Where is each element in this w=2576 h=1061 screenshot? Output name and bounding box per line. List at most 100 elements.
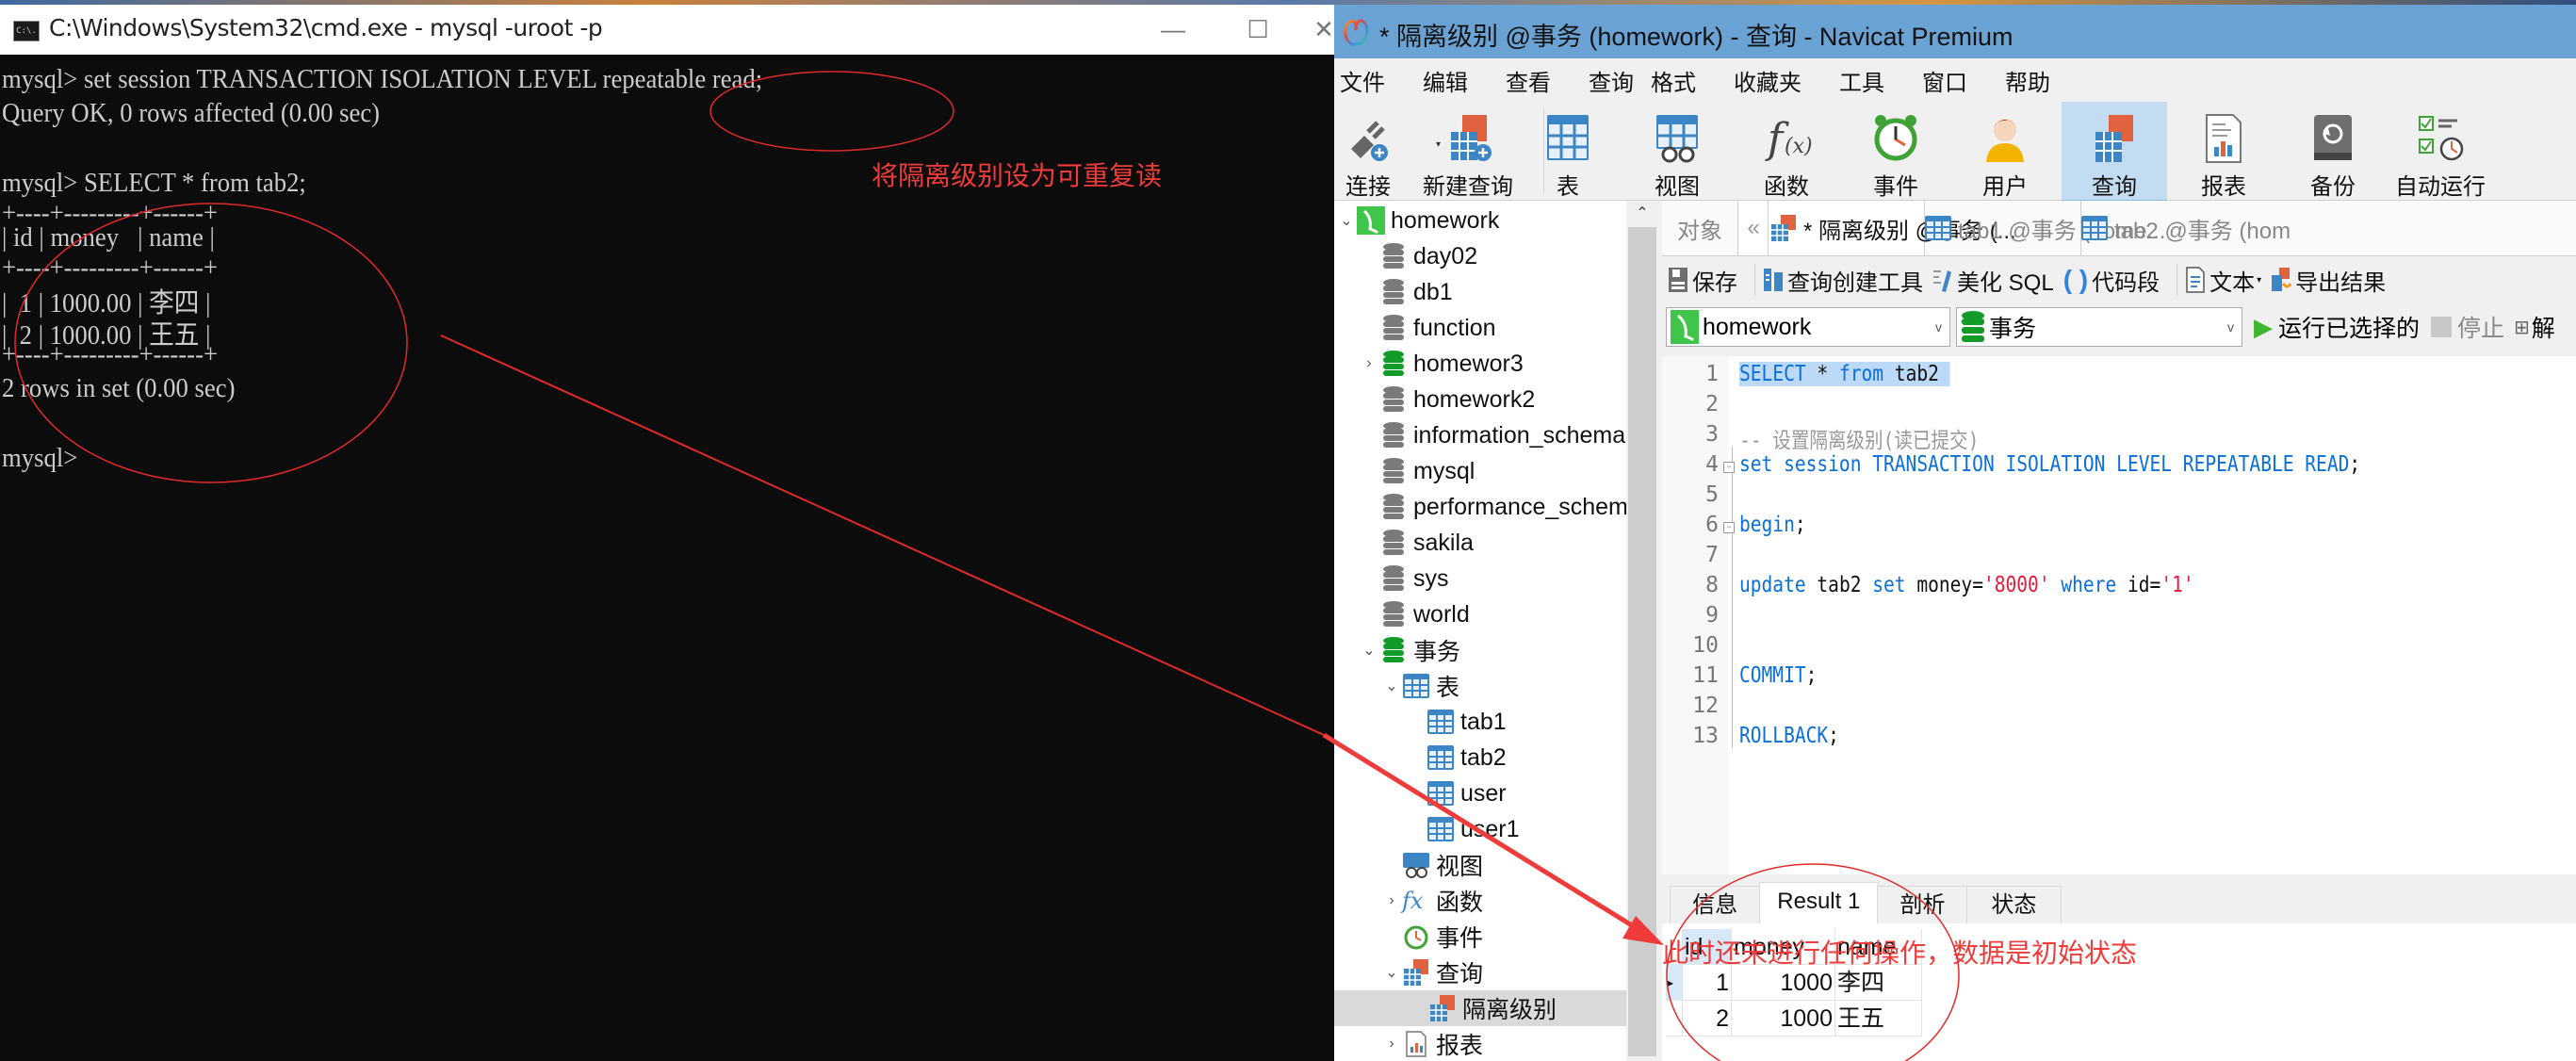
menu-item-2[interactable]: 查看 — [1506, 64, 1551, 97]
tree-item-label: 事务 — [1413, 639, 1461, 665]
maximize-button[interactable]: ☐ — [1215, 5, 1300, 55]
database-select[interactable]: 事务 v — [1956, 307, 2242, 347]
fold-toggle-icon[interactable]: − — [1723, 522, 1735, 533]
tree-folder-tables[interactable]: ⌄ 表 — [1381, 668, 1459, 704]
scroll-up-icon[interactable]: ⌃ — [1628, 201, 1656, 227]
chevron-down-icon[interactable]: ⌄ — [1381, 677, 1402, 695]
result-tab-0[interactable]: 信息 — [1669, 886, 1761, 925]
menu-item-1[interactable]: 编辑 — [1423, 64, 1468, 97]
menu-item-5[interactable]: 收藏夹 — [1734, 64, 1802, 97]
tree-database-mysql[interactable]: mysql — [1359, 453, 1475, 489]
tree-database-open[interactable]: ⌄ 事务 — [1359, 632, 1460, 668]
text-output-button[interactable]: 文本 ▾ — [2185, 264, 2261, 297]
tree-database-homework2[interactable]: homework2 — [1359, 382, 1535, 417]
tab-0[interactable]: 对象 — [1662, 201, 1738, 255]
tree-database-homewor3[interactable]: › homewor3 — [1359, 346, 1523, 382]
tree-database-world[interactable]: world — [1359, 596, 1470, 632]
toolbar-button-new-query[interactable]: 新建查询 — [1408, 102, 1528, 200]
editor-result-splitter[interactable] — [1662, 874, 2576, 882]
toolbar-button-user[interactable]: 用户 — [1952, 102, 2058, 200]
code-snippet-button[interactable]: ( ) 代码段 — [2063, 264, 2160, 297]
sidebar-scrollbar-thumb[interactable] — [1628, 227, 1656, 1056]
result-tab-3[interactable]: 状态 — [1966, 886, 2062, 925]
tree-folder-events[interactable]: 事件 — [1381, 919, 1483, 955]
tree-item-label: information_schema — [1413, 421, 1626, 449]
tree-database-db1[interactable]: db1 — [1359, 274, 1453, 310]
tab-1[interactable]: * 隔离级别 @事务 (... — [1769, 201, 2016, 255]
tree-table-user1[interactable]: user1 — [1406, 811, 1520, 847]
code-token: ; — [2349, 452, 2361, 477]
tree-table-tab1[interactable]: tab1 — [1406, 704, 1507, 740]
tree-table-tab2[interactable]: tab2 — [1406, 740, 1507, 775]
toolbar-button-function[interactable]: f (x) 函数 — [1734, 102, 1839, 200]
toolbar-button-automation[interactable]: 自动运行 — [2388, 102, 2493, 200]
tree-table-user[interactable]: user — [1406, 775, 1507, 811]
tree-database-sakila[interactable]: sakila — [1359, 525, 1474, 561]
tree-item-label: day02 — [1413, 242, 1478, 269]
toolbar-button-report[interactable]: 报表 — [2171, 102, 2276, 200]
toolbar-button-query[interactable]: 查询 — [2062, 102, 2167, 202]
dropdown-arrow-icon[interactable]: ▾ — [2257, 275, 2261, 286]
menu-item-0[interactable]: 文件 — [1340, 64, 1385, 97]
fold-toggle-icon[interactable]: − — [1723, 462, 1735, 473]
grid-cell[interactable]: 1000 — [1732, 1001, 1835, 1037]
menu-item-8[interactable]: 帮助 — [2005, 64, 2050, 97]
line-number: 3 — [1705, 422, 1719, 447]
query-builder-button[interactable]: 查询创建工具 — [1763, 264, 1923, 297]
result-tab-1[interactable]: Result 1 — [1758, 882, 1879, 924]
tree-database-sys[interactable]: sys — [1359, 561, 1449, 596]
tab-3[interactable]: tab2 @事务 (hom — [2080, 201, 2576, 255]
tree-folder-reports[interactable]: › 报表 — [1381, 1026, 1483, 1061]
connection-select[interactable]: homework v — [1666, 307, 1950, 347]
database-icon — [1383, 315, 1404, 340]
menu-item-7[interactable]: 窗口 — [1922, 64, 1967, 97]
menu-item-6[interactable]: 工具 — [1839, 64, 1884, 97]
chevron-right-icon[interactable]: › — [1381, 1036, 1402, 1053]
menu-item-3[interactable]: 查询 — [1589, 64, 1634, 97]
toolbar-button-backup[interactable]: 备份 — [2280, 102, 2386, 200]
tree-folder-functions[interactable]: › fx 函数 — [1381, 883, 1483, 919]
tree-connection-homework[interactable]: ⌄ homework — [1336, 203, 1499, 238]
tree-folder-views[interactable]: 视图 — [1381, 847, 1483, 883]
navicat-title-bar[interactable]: * 隔离级别 @事务 (homework) - 查询 - Navicat Pre… — [1334, 5, 2576, 58]
chevron-down-icon[interactable]: ⌄ — [1381, 963, 1402, 982]
chevron-right-icon[interactable]: › — [1359, 355, 1379, 372]
tab-scroll-left-icon[interactable]: « — [1739, 201, 1769, 255]
sql-editor[interactable]: 1 SELECT * from tab2 2 3 -- 设置隔离级别(读已提交) 4− s… — [1662, 356, 2576, 874]
tree-database-function[interactable]: function — [1359, 310, 1496, 346]
toolbar-button-table[interactable]: 表 — [1515, 102, 1621, 200]
export-results-button[interactable]: 导出结果 — [2271, 264, 2386, 297]
tab-2[interactable]: tab1 @事务 (home... — [1924, 201, 2165, 255]
run-selected-button[interactable]: ▶ 运行已选择的 — [2254, 310, 2420, 344]
object-tree[interactable]: ⌄ homework day02 db1 function › homewor3 homewo… — [1334, 201, 1626, 1061]
result-tab-2[interactable]: 剖析 — [1877, 886, 1968, 925]
save-button[interactable]: 保存 — [1668, 264, 1737, 297]
tree-folder-queries[interactable]: ⌄ 查询 — [1381, 955, 1483, 990]
code-token: * — [1805, 362, 1839, 386]
beautify-sql-button[interactable]: 美化 SQL — [1932, 264, 2054, 297]
chevron-down-icon[interactable]: ⌄ — [1359, 641, 1379, 660]
stop-button[interactable]: 停止 — [2431, 310, 2504, 344]
chevron-right-icon[interactable]: › — [1381, 892, 1402, 909]
grid-cell[interactable]: 王五 — [1835, 1001, 1922, 1037]
tree-database-performance_schema[interactable]: performance_schema — [1359, 489, 1626, 525]
toolbar-label: 报表 — [2201, 174, 2246, 200]
toolbar-button-connection-plug[interactable]: 连接 — [1315, 102, 1421, 200]
row-indicator[interactable] — [1666, 1001, 1683, 1037]
chevron-down-icon[interactable]: ⌄ — [1336, 211, 1357, 230]
toolbar-button-event-clock[interactable]: 事件 — [1843, 102, 1948, 200]
tree-query-item[interactable]: 隔离级别 — [1334, 990, 1626, 1026]
toolbar-button-view[interactable]: 视图 — [1624, 102, 1730, 200]
minimize-button[interactable]: — — [1131, 5, 1215, 55]
explain-button[interactable]: ⊞ 解 — [2514, 310, 2555, 344]
cmd-title-bar[interactable]: C:\. C:\Windows\System32\cmd.exe - mysql… — [0, 5, 1334, 55]
cmd-console[interactable]: mysql> set session TRANSACTION ISOLATION… — [0, 55, 1334, 1061]
grid-cell[interactable]: 2 — [1683, 1001, 1732, 1037]
dropdown-arrow-icon[interactable]: ▾ — [1436, 139, 1441, 150]
tree-database-day02[interactable]: day02 — [1359, 238, 1477, 274]
menu-item-4[interactable]: 格式 — [1651, 64, 1696, 97]
tree-database-information_schema[interactable]: information_schema — [1359, 417, 1625, 453]
code-token: ; — [1794, 513, 1806, 537]
code-line: set session TRANSACTION ISOLATION LEVEL … — [1739, 452, 2360, 477]
tab-label: tab2 @事务 (hom — [2114, 218, 2291, 244]
